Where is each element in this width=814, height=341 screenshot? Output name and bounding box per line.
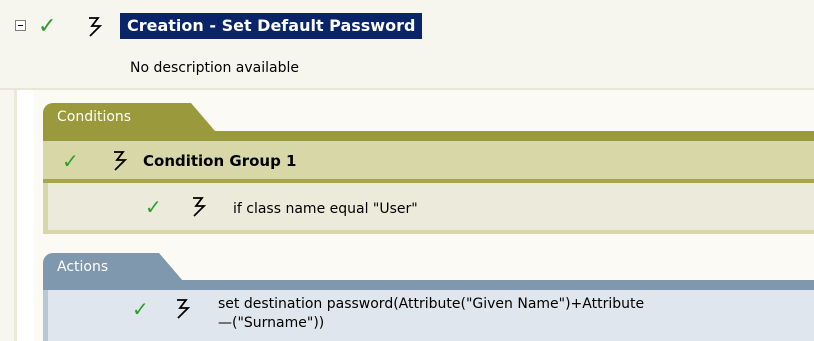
rule-description: No description available — [130, 60, 299, 76]
actions-header-band — [43, 280, 814, 290]
policy-rule-view: ✓ Creation - Set Default Password No des… — [0, 0, 814, 341]
condition-group-label[interactable]: Condition Group 1 — [143, 151, 296, 171]
tab-conditions[interactable]: Conditions — [43, 103, 215, 131]
tab-actions[interactable]: Actions — [43, 253, 183, 281]
lightning-icon — [114, 151, 128, 171]
lightning-icon — [193, 197, 207, 217]
action-label-line-1: set destination password(Attribute("Give… — [218, 296, 645, 312]
check-icon[interactable]: ✓ — [38, 16, 56, 38]
conditions-footer-band — [43, 230, 814, 234]
check-icon[interactable]: ✓ — [145, 197, 162, 217]
action-label-line-2: —("Surname")) — [218, 315, 325, 331]
check-icon[interactable]: ✓ — [62, 151, 79, 171]
check-icon[interactable]: ✓ — [132, 299, 149, 319]
action-label[interactable]: set destination password(Attribute("Give… — [218, 295, 778, 333]
collapse-toggle-icon[interactable] — [15, 20, 26, 31]
lightning-icon — [89, 17, 103, 37]
lightning-icon — [177, 299, 191, 319]
rule-title[interactable]: Creation - Set Default Password — [120, 13, 423, 39]
conditions-header-band — [43, 131, 814, 141]
condition-label[interactable]: if class name equal "User" — [233, 200, 418, 218]
